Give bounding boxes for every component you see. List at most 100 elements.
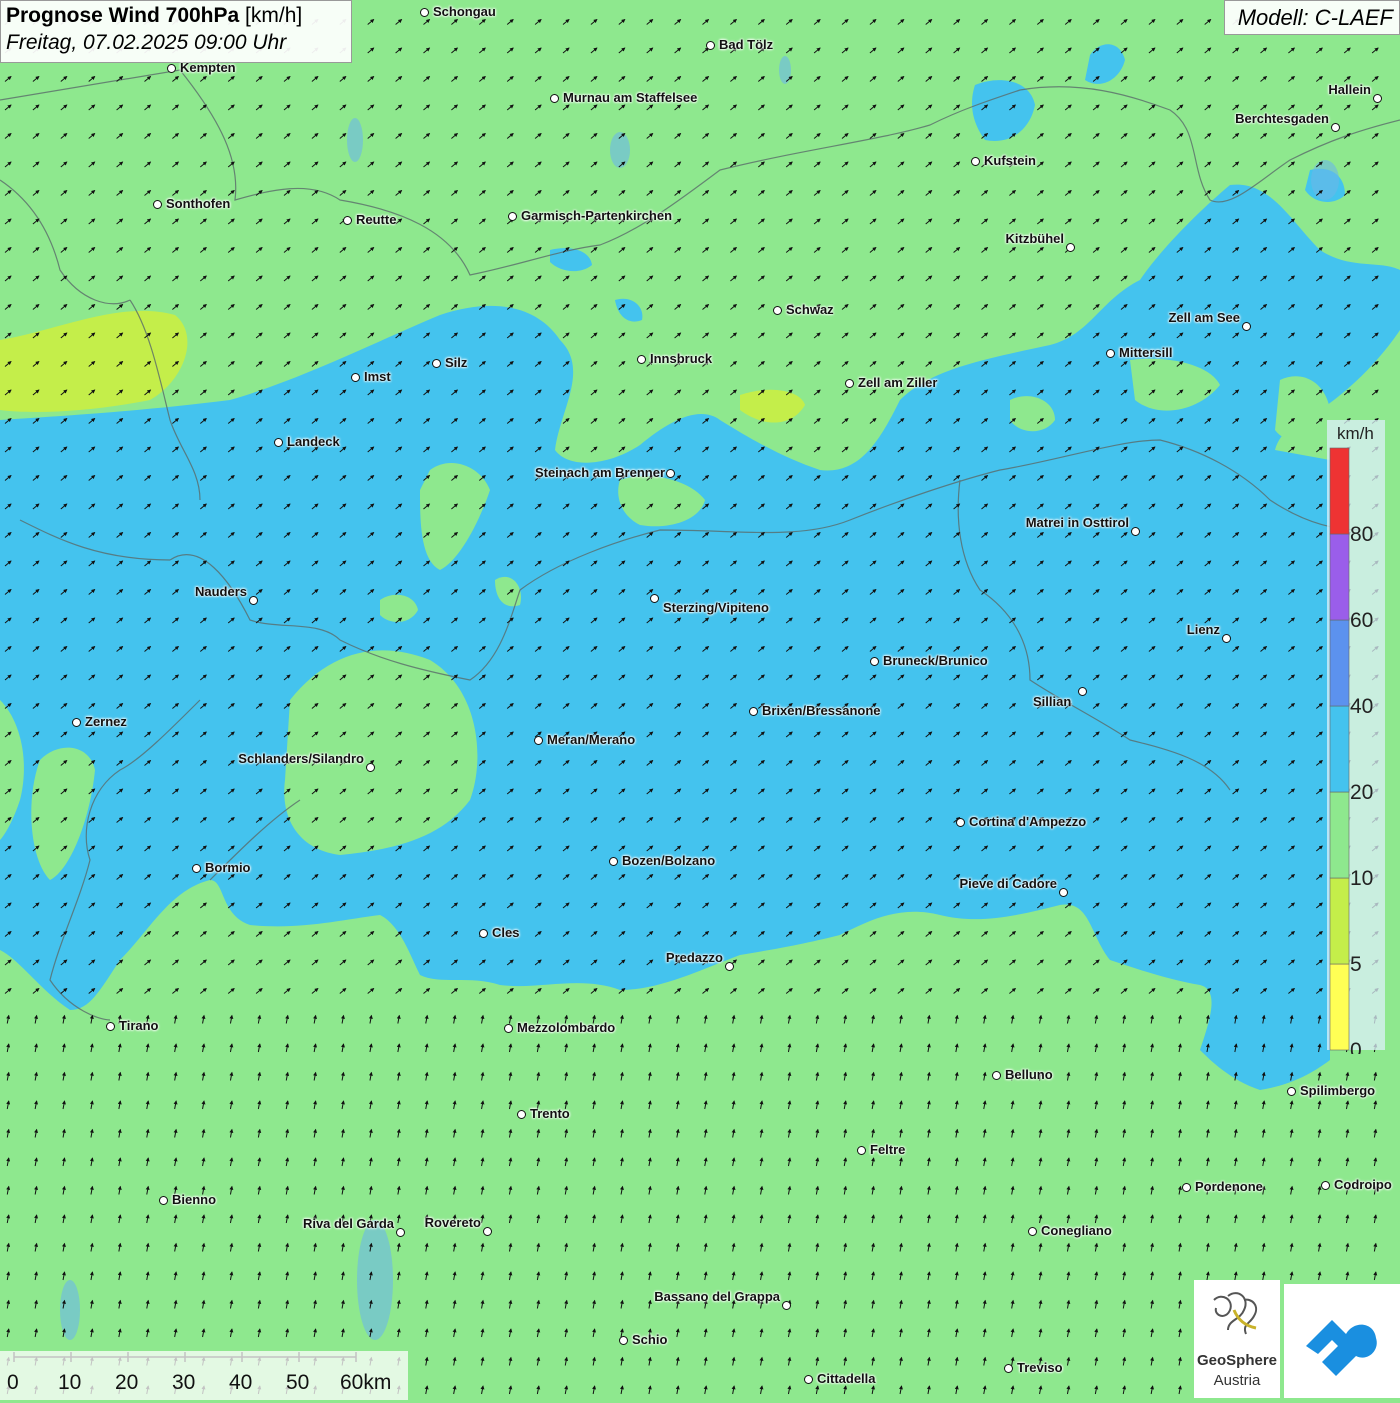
city-label: Sterzing/Vipiteno (663, 600, 769, 615)
city-marker (845, 379, 854, 388)
city-label: Riva del Garda (302, 1216, 394, 1231)
city-label: Cortina d'Ampezzo (969, 814, 1087, 829)
city-marker (351, 373, 360, 382)
city-marker (192, 864, 201, 873)
city-label: Meran/Merano (547, 732, 636, 747)
city-marker (1222, 634, 1231, 643)
city-marker (870, 657, 879, 666)
city-label: Bruneck/Brunico (883, 653, 988, 668)
city-marker (1287, 1087, 1296, 1096)
city-marker (1028, 1227, 1037, 1236)
city-marker (249, 596, 258, 605)
city-label: Kufstein (984, 153, 1036, 168)
scale-label: 40 (229, 1371, 253, 1394)
city-marker (396, 1228, 405, 1237)
title-box: Prognose Wind 700hPa [km/h] Freitag, 07.… (0, 0, 352, 63)
city-marker (1331, 123, 1340, 132)
legend-unit: km/h (1337, 424, 1374, 443)
city-marker (479, 929, 488, 938)
city-label: Bormio (205, 860, 251, 875)
legend-swatch (1329, 619, 1350, 707)
title: Prognose Wind 700hPa [km/h] (6, 4, 346, 28)
city-marker (1242, 322, 1251, 331)
city-label: Zell am See (1168, 310, 1240, 325)
city-label: Schlanders/Silandro (238, 751, 364, 766)
legend-swatch (1329, 705, 1350, 793)
legend-label: 20 (1350, 781, 1373, 804)
city-label: Trento (530, 1106, 570, 1121)
city-marker (517, 1110, 526, 1119)
city-marker (650, 594, 659, 603)
city-label: Reutte (356, 212, 397, 227)
city-label: Landeck (287, 434, 340, 449)
city-label: Codroipo (1334, 1177, 1392, 1192)
model-label: Modell: C-LAEF (1224, 0, 1400, 35)
city-marker (1106, 349, 1115, 358)
city-label: Mittersill (1119, 345, 1173, 360)
city-marker (1059, 888, 1068, 897)
title-bold: Prognose Wind 700hPa (6, 4, 240, 27)
city-label: Hallein (1328, 82, 1371, 97)
city-marker (956, 818, 965, 827)
legend-label: 10 (1350, 867, 1373, 890)
city-label: Imst (364, 369, 391, 384)
city-marker (159, 1196, 168, 1205)
city-marker (619, 1336, 628, 1345)
scale-label: 20 (115, 1371, 139, 1394)
scale-label: 60km (340, 1371, 392, 1394)
scale-label: 10 (58, 1371, 82, 1394)
title-unit: [km/h] (245, 4, 303, 27)
legend-swatch (1329, 791, 1350, 879)
city-label: Schongau (433, 4, 496, 19)
city-label: Bad Tölz (719, 37, 774, 52)
city-marker (534, 736, 543, 745)
legend-label: 0 (1350, 1039, 1362, 1054)
city-label: Schio (632, 1332, 668, 1347)
city-marker (343, 216, 352, 225)
city-label: Feltre (870, 1142, 906, 1157)
legend-swatch (1329, 533, 1350, 621)
city-marker (992, 1071, 1001, 1080)
city-label: Silz (445, 355, 468, 370)
legend-swatch (1329, 447, 1350, 535)
city-marker (725, 962, 734, 971)
city-marker (508, 212, 517, 221)
city-label: Tirano (119, 1018, 159, 1033)
city-marker (153, 200, 162, 209)
city-label: Cles (492, 925, 520, 940)
city-label: Pordenone (1195, 1179, 1263, 1194)
city-marker (637, 355, 646, 364)
city-label: Zell am Ziller (858, 375, 938, 390)
legend-swatch (1329, 963, 1350, 1051)
city-marker (1373, 94, 1382, 103)
legend-label: 80 (1350, 523, 1373, 546)
geosphere-logo: GeoSphere Austria (1194, 1280, 1280, 1398)
city-label: Belluno (1005, 1067, 1053, 1082)
legend-colorbar: 0 5 10 20 40 60 80 (1329, 447, 1373, 1054)
city-marker (106, 1022, 115, 1031)
city-marker (1078, 687, 1087, 696)
city-label: Kempten (180, 60, 236, 75)
city-marker (432, 359, 441, 368)
city-marker (804, 1375, 813, 1384)
city-label: Matrei in Osttirol (1025, 515, 1129, 530)
city-marker (1131, 527, 1140, 536)
city-marker (857, 1146, 866, 1155)
city-label: Innsbruck (650, 351, 713, 366)
city-marker (609, 857, 618, 866)
city-label: Berchtesgaden (1235, 111, 1329, 126)
city-label: Bozen/Bolzano (622, 853, 716, 868)
city-marker (666, 469, 675, 478)
city-marker (749, 707, 758, 716)
city-label: Spilimbergo (1300, 1083, 1376, 1098)
city-marker (1066, 243, 1075, 252)
city-label: Predazzo (665, 950, 723, 965)
city-marker (167, 64, 176, 73)
city-label: Zernez (85, 714, 127, 729)
city-label: Sonthofen (166, 196, 231, 211)
weather-app-logo (1284, 1284, 1400, 1398)
weather-app-icon (1306, 1320, 1377, 1376)
legend-label: 60 (1350, 609, 1373, 632)
city-label: Bienno (172, 1192, 217, 1207)
legend-label: 5 (1350, 953, 1362, 976)
